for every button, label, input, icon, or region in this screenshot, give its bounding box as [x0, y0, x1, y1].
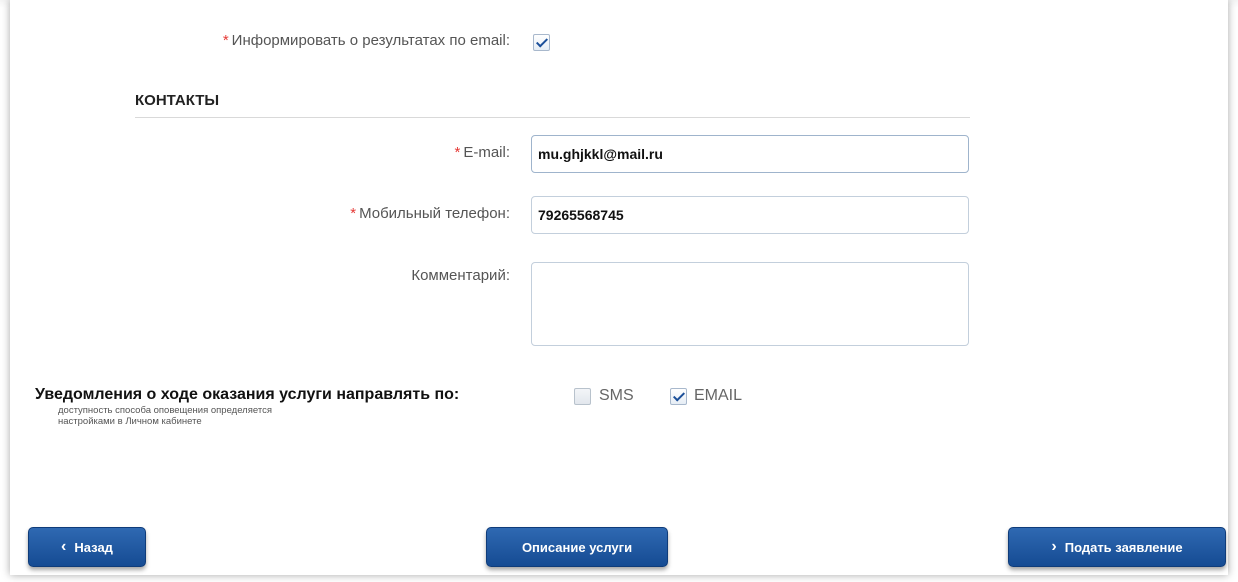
- service-description-label: Описание услуги: [521, 539, 633, 555]
- chevron-right-icon: ›: [1051, 538, 1057, 555]
- sms-option-label: SMS: [599, 387, 634, 404]
- required-mark: *: [350, 205, 357, 222]
- sms-checkbox[interactable]: [574, 388, 591, 405]
- required-mark: *: [222, 32, 229, 49]
- notifications-subtitle-line: настройками в Личном кабинете: [58, 416, 202, 427]
- section-divider: [135, 117, 970, 118]
- notifications-title: Уведомления о ходе оказания услуги напра…: [35, 386, 460, 403]
- required-mark: *: [454, 144, 461, 161]
- email-input[interactable]: [531, 135, 969, 173]
- phone-label-row: * Мобильный телефон:: [350, 205, 510, 222]
- inform-email-checkbox[interactable]: [533, 34, 550, 51]
- submit-button-label: Подать заявление: [1064, 539, 1183, 555]
- back-button[interactable]: ‹ Назад: [28, 527, 146, 567]
- phone-input[interactable]: [531, 196, 969, 234]
- email-option-label: EMAIL: [694, 387, 743, 404]
- inform-email-label-row: * Информировать о результатах по email:: [223, 32, 510, 49]
- notifications-subtitle-line: доступность способа оповещения определяе…: [58, 405, 272, 416]
- inform-email-label: Информировать о результатах по email:: [231, 32, 510, 49]
- email-label-row: * E-mail:: [454, 144, 510, 161]
- phone-label: Мобильный телефон:: [359, 205, 510, 222]
- email-notify-checkbox[interactable]: [670, 388, 687, 405]
- submit-application-button[interactable]: › Подать заявление: [1008, 527, 1226, 567]
- service-description-button[interactable]: Описание услуги: [486, 527, 668, 567]
- contacts-section-title: КОНТАКТЫ: [135, 92, 220, 109]
- comment-textarea[interactable]: [531, 262, 969, 346]
- comment-label: Комментарий:: [411, 267, 510, 284]
- email-label: E-mail:: [463, 144, 510, 161]
- chevron-left-icon: ‹: [61, 538, 67, 555]
- notifications-subtitle: доступность способа оповещения определяе…: [58, 405, 418, 427]
- back-button-label: Назад: [74, 539, 113, 555]
